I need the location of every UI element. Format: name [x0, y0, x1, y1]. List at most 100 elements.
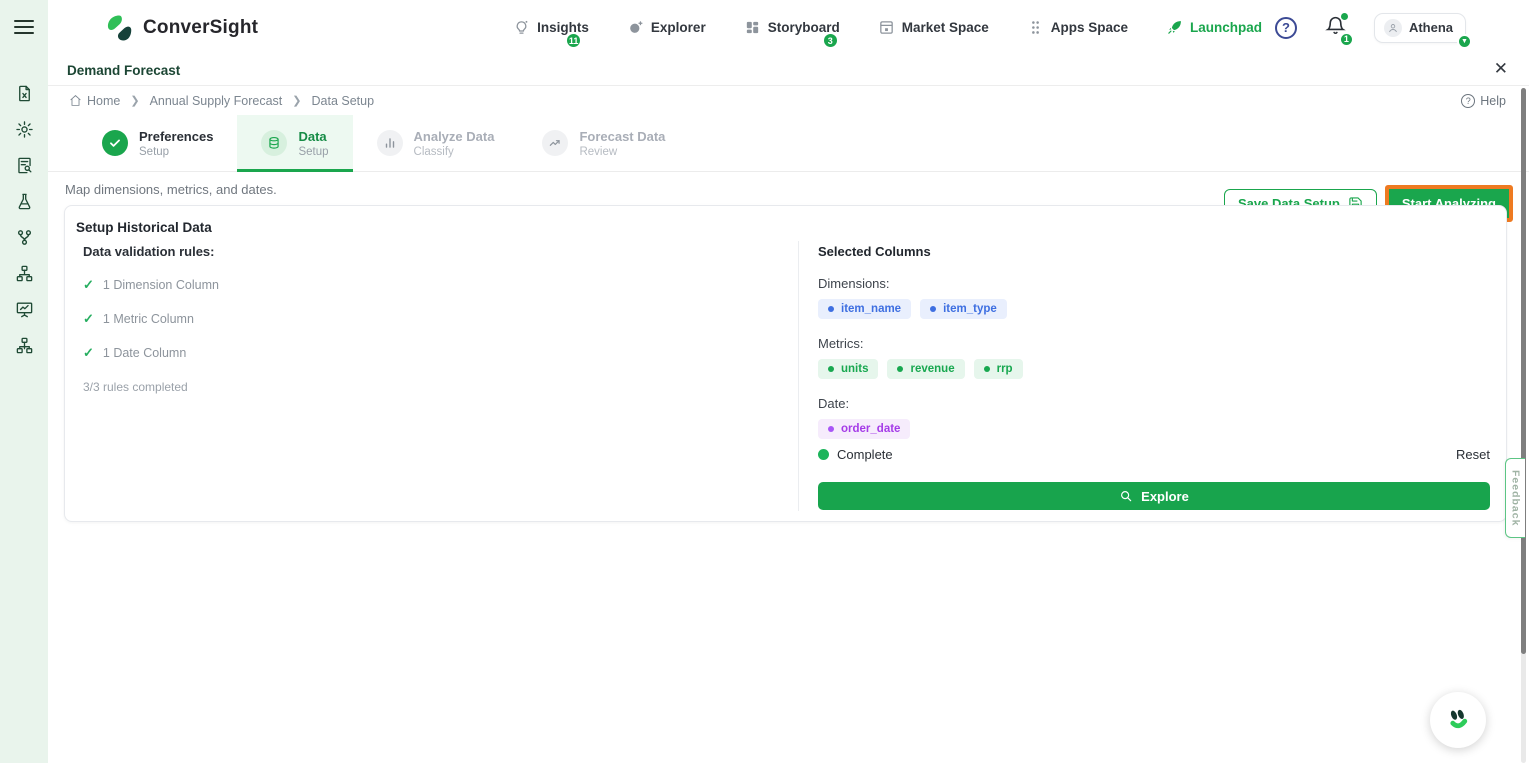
top-navigation: ConverSight Insights 11 Explorer Storybo…	[48, 0, 1529, 55]
sidebar-item-org-structure[interactable]	[15, 336, 34, 355]
dimension-chip[interactable]: item_type	[920, 299, 1007, 319]
rule-label: 1 Date Column	[102, 346, 187, 360]
breadcrumb-home[interactable]: Home	[69, 94, 120, 108]
nav-item-storyboard[interactable]: Storyboard 3	[744, 19, 840, 49]
step-preferences[interactable]: Preferences Setup	[78, 115, 237, 171]
conversight-mark-icon	[1450, 709, 1468, 729]
chevron-right-icon: ❯	[130, 95, 140, 107]
scrollbar-thumb[interactable]	[1521, 88, 1526, 654]
chip-label: units	[841, 363, 869, 375]
metric-chip[interactable]: revenue	[887, 359, 965, 379]
chip-label: revenue	[910, 363, 955, 375]
feedback-tab[interactable]: Feedback	[1505, 458, 1525, 538]
nav-item-apps-space[interactable]: Apps Space	[1027, 19, 1128, 36]
chip-dot	[828, 426, 834, 432]
date-label: Date:	[818, 396, 850, 411]
sidebar-item-dataset-file[interactable]	[15, 84, 34, 103]
sidebar-item-hierarchy[interactable]	[15, 264, 34, 283]
rule-label: 1 Metric Column	[102, 312, 194, 326]
page-subtitle: Map dimensions, metrics, and dates.	[65, 182, 277, 197]
sidebar-item-settings[interactable]	[15, 120, 34, 139]
user-icon	[1389, 23, 1397, 32]
sidebar-item-dashboard[interactable]	[15, 300, 34, 319]
nav-item-label: Market Space	[901, 20, 989, 35]
nav-item-launchpad[interactable]: Launchpad	[1166, 19, 1262, 36]
help-icon[interactable]: ?	[1274, 16, 1297, 39]
step-subtitle: Classify	[413, 145, 454, 158]
check-circle-icon	[102, 130, 128, 156]
brand-name: ConverSight	[143, 16, 259, 38]
metric-chip[interactable]: units	[818, 359, 879, 379]
sidebar-item-workflow[interactable]	[15, 228, 34, 247]
nav-item-insights[interactable]: Insights 11	[513, 19, 589, 49]
dimension-chip[interactable]: item_name	[818, 299, 912, 319]
help-symbol: ?	[1281, 20, 1290, 35]
step-title: Preferences	[139, 128, 214, 144]
user-menu[interactable]: Athena ▼	[1373, 12, 1472, 49]
rule-item: ✓ 1 Dimension Column	[83, 277, 219, 293]
insights-badge: 11	[565, 32, 583, 49]
selected-columns: Selected Columns Dimensions: item_name i…	[818, 244, 1492, 439]
app-window: ConverSight Insights 11 Explorer Storybo…	[0, 0, 1529, 763]
rule-label: 1 Dimension Column	[102, 278, 219, 292]
breadcrumb-forecast[interactable]: Annual Supply Forecast	[150, 94, 283, 108]
nav-item-market-space[interactable]: Market Space	[878, 19, 989, 36]
storyboard-badge: 3	[821, 32, 839, 49]
rocket-icon	[1168, 21, 1181, 34]
sidebar-item-audit[interactable]	[15, 156, 34, 175]
help-link[interactable]: ? Help	[1461, 93, 1506, 108]
validation-rules: Data validation rules: ✓ 1 Dimension Colu…	[83, 244, 219, 394]
notifications-button[interactable]: 1	[1325, 12, 1354, 47]
metrics-label: Metrics:	[818, 336, 864, 351]
hamburger-menu-icon[interactable]	[14, 20, 34, 36]
close-icon[interactable]: ✕	[1494, 60, 1508, 77]
storyboard-icon	[746, 21, 758, 34]
nav-item-label: Launchpad	[1190, 20, 1263, 35]
chip-dot	[983, 366, 990, 372]
breadcrumb-label: Home	[87, 93, 121, 108]
reset-button[interactable]: Reset	[1456, 447, 1490, 462]
step-subtitle: Setup	[298, 145, 329, 158]
explore-label: Explore	[1141, 488, 1189, 504]
step-subtitle: Review	[579, 145, 618, 158]
nav-item-explorer[interactable]: Explorer	[627, 19, 706, 36]
nav-item-label: Explorer	[650, 20, 706, 35]
search-icon	[1121, 491, 1132, 502]
step-data-setup[interactable]: Data Setup	[237, 115, 353, 172]
check-icon: ✓	[83, 311, 94, 326]
chip-label: rrp	[996, 363, 1013, 375]
step-title: Analyze Data	[413, 128, 495, 144]
chip-label: order_date	[841, 423, 901, 435]
check-icon: ✓	[83, 277, 94, 292]
breadcrumb-label: Annual Supply Forecast	[149, 93, 283, 108]
page-header: Demand Forecast ✕	[48, 55, 1529, 86]
chip-label: item_type	[943, 303, 997, 315]
step-analyze-data[interactable]: Analyze Data Classify	[353, 115, 519, 171]
date-chip[interactable]: order_date	[818, 419, 911, 439]
bar-chart-icon	[376, 130, 403, 156]
explore-button[interactable]: Explore	[818, 482, 1490, 510]
chip-dot	[828, 366, 834, 372]
feedback-label: Feedback	[1509, 469, 1522, 527]
org-chart-icon	[16, 337, 32, 354]
metric-chip[interactable]: rrp	[973, 359, 1023, 379]
nav-item-label: Apps Space	[1050, 20, 1129, 35]
step-forecast-data[interactable]: Forecast Data Review	[518, 115, 689, 171]
database-icon	[261, 130, 288, 156]
apps-space-icon	[1031, 21, 1039, 34]
selected-columns-title: Selected Columns	[818, 244, 931, 259]
stepper: Preferences Setup Data Setup Analyze Data C…	[48, 115, 1529, 222]
sidebar-item-lab[interactable]	[15, 192, 34, 211]
flask-icon	[18, 193, 30, 210]
sitemap-icon	[16, 265, 32, 282]
avatar	[1383, 18, 1402, 37]
chip-label: item_name	[841, 303, 902, 315]
conversight-logo[interactable]: ConverSight	[105, 13, 258, 43]
git-branch-icon	[17, 230, 31, 245]
rule-item: ✓ 1 Metric Column	[83, 311, 219, 327]
conversight-logo-mark	[107, 15, 132, 40]
step-title: Data	[298, 128, 327, 144]
step-title: Forecast Data	[579, 128, 666, 144]
rules-summary: 3/3 rules completed	[83, 380, 188, 394]
assistant-fab[interactable]	[1430, 692, 1486, 748]
